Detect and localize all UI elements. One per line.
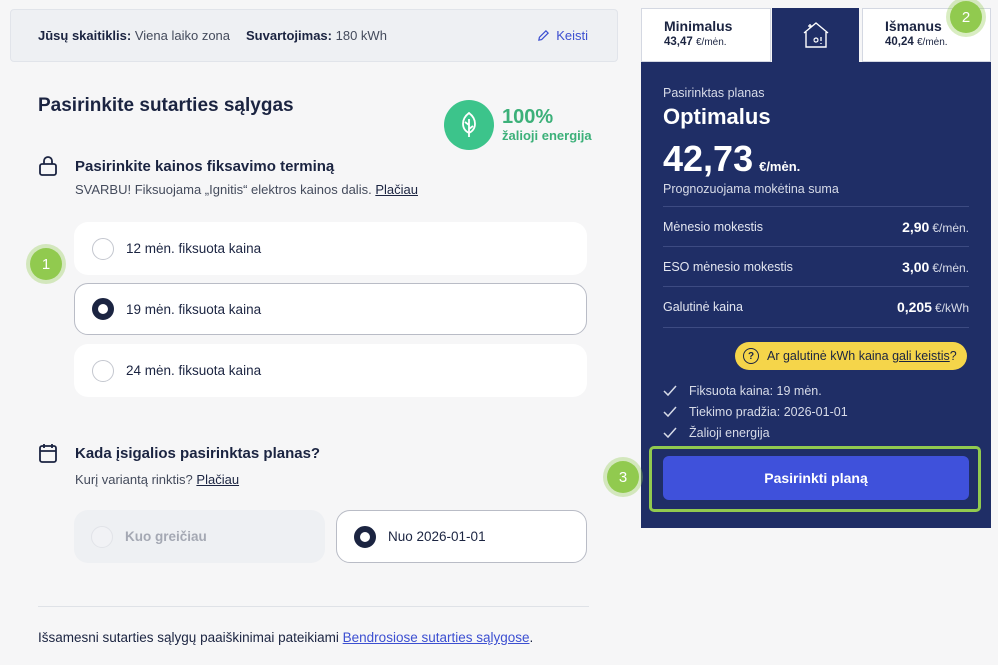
- fee-unit: €/kWh: [934, 301, 969, 315]
- tab-unit: €/mėn.: [916, 37, 948, 48]
- tab-unit: €/mėn.: [695, 37, 727, 48]
- meter-value: Viena laiko zona: [134, 28, 231, 43]
- feature-text: Žalioji energija: [689, 426, 770, 440]
- plan-price: 42,73 €/mėn.: [663, 138, 800, 180]
- plan-price-value: 42,73: [663, 138, 754, 179]
- consumption-value: 180 kWh: [335, 28, 387, 43]
- tip-link[interactable]: gali keistis: [892, 349, 950, 363]
- radio-button[interactable]: [92, 237, 114, 260]
- fixation-heading-text: Pasirinkite kainos fiksavimo terminą: [75, 157, 335, 175]
- consumption-label: Suvartojimas:: [246, 28, 332, 43]
- fixation-more-link[interactable]: Plačiau: [375, 182, 418, 197]
- start-heading: Kada įsigalios pasirinktas planas?: [38, 442, 320, 464]
- feature-item: Fiksuota kaina: 19 mėn.: [663, 384, 822, 398]
- fee-row: Galutinė kaina 0,205 €/kWh: [663, 286, 969, 328]
- tab-name: Minimalus: [664, 18, 733, 34]
- divider: [38, 606, 589, 607]
- feature-text: Tiekimo pradžia: 2026-01-01: [689, 405, 848, 419]
- radio-button-selected[interactable]: [354, 525, 376, 548]
- option-label: 12 mėn. fiksuota kaina: [126, 241, 262, 256]
- price-change-tip[interactable]: ? Ar galutinė kWh kaina gali keistis?: [735, 342, 967, 370]
- green-label: žalioji energija: [502, 128, 592, 144]
- page-title: Pasirinkite sutarties sąlygas: [38, 95, 294, 116]
- footer-text: Išsamesni sutarties sąlygų paaiškinimai …: [38, 630, 339, 645]
- check-icon: [663, 406, 677, 418]
- start-note-text: Kurį variantą rinktis?: [75, 472, 193, 487]
- feature-text: Fiksuota kaina: 19 mėn.: [689, 384, 822, 398]
- select-plan-button[interactable]: Pasirinkti planą: [663, 456, 969, 500]
- fee-row: ESO mėnesio mokestis 3,00 €/mėn.: [663, 246, 969, 286]
- plan-price-unit: €/mėn.: [759, 159, 801, 174]
- fixation-note-text: SVARBU! Fiksuojama „Ignitis“ elektros ka…: [75, 182, 372, 197]
- fee-label: Galutinė kaina: [663, 300, 743, 314]
- edit-button[interactable]: Keisti: [537, 28, 588, 43]
- radio-button-disabled: [91, 525, 113, 548]
- start-heading-text: Kada įsigalios pasirinktas planas?: [75, 444, 321, 462]
- question-icon: ?: [743, 348, 759, 364]
- footer-end: .: [529, 630, 534, 645]
- tip-end: ?: [949, 349, 957, 363]
- start-option-date[interactable]: Nuo 2026-01-01: [336, 510, 587, 563]
- fee-unit: €/mėn.: [932, 260, 969, 275]
- tip-text: Ar galutinė kWh kaina: [767, 349, 889, 363]
- fee-label: Mėnesio mokestis: [663, 219, 764, 234]
- fee-value: 0,205: [896, 299, 932, 315]
- start-note: Kurį variantą rinktis? Plačiau: [75, 472, 239, 487]
- start-more-link[interactable]: Plačiau: [196, 472, 239, 487]
- fixation-option-19[interactable]: 19 mėn. fiksuota kaina: [74, 283, 587, 335]
- check-icon: [663, 385, 677, 397]
- tab-minimalus[interactable]: Minimalus 43,47 €/mėn.: [641, 8, 771, 62]
- footer-note: Išsamesni sutarties sąlygų paaiškinimai …: [38, 630, 533, 645]
- step-marker-2: 2: [950, 1, 982, 33]
- pencil-icon: [538, 30, 550, 41]
- fee-row: Mėnesio mokestis 2,90 €/mėn.: [663, 206, 969, 246]
- smart-house-icon: [803, 22, 828, 48]
- fixation-heading: Pasirinkite kainos fiksavimo terminą: [38, 155, 334, 177]
- edit-label: Keisti: [556, 28, 588, 43]
- fee-value: 3,00: [902, 258, 930, 275]
- meter-summary-bar: Jūsų skaitiklis: Viena laiko zona Suvart…: [10, 9, 618, 62]
- fee-label: ESO mėnesio mokestis: [663, 259, 793, 274]
- start-option-asap: Kuo greičiau: [74, 510, 325, 563]
- fixation-option-12[interactable]: 12 mėn. fiksuota kaina: [74, 222, 587, 275]
- option-label: Kuo greičiau: [125, 529, 207, 544]
- option-label: 19 mėn. fiksuota kaina: [126, 301, 262, 317]
- plan-label: Pasirinktas planas: [663, 86, 765, 100]
- feature-item: Tiekimo pradžia: 2026-01-01: [663, 405, 848, 419]
- plan-price-note: Prognozuojama mokėtina suma: [663, 182, 839, 196]
- fee-unit: €/mėn.: [932, 220, 969, 235]
- step-marker-1: 1: [30, 248, 62, 280]
- fixation-note: SVARBU! Fiksuojama „Ignitis“ elektros ka…: [75, 182, 418, 197]
- green-percent: 100%: [502, 106, 554, 129]
- feature-item: Žalioji energija: [663, 426, 770, 440]
- radio-button-selected[interactable]: [92, 298, 114, 320]
- plan-name: Optimalus: [663, 104, 771, 129]
- radio-button[interactable]: [92, 359, 114, 382]
- green-energy-badge: 100% žalioji energija: [444, 100, 592, 150]
- terms-link[interactable]: Bendrosiose sutarties sąlygose: [343, 630, 530, 645]
- tab-price: 40,24: [885, 36, 914, 48]
- tab-optimalus[interactable]: [772, 8, 859, 62]
- lock-icon: [39, 156, 57, 176]
- leaf-icon: [444, 100, 494, 150]
- fee-value: 2,90: [902, 218, 930, 235]
- calendar-icon: [39, 444, 57, 463]
- option-label: 24 mėn. fiksuota kaina: [126, 363, 262, 378]
- step-marker-3: 3: [607, 461, 639, 493]
- check-icon: [663, 427, 677, 439]
- meter-label: Jūsų skaitiklis:: [38, 28, 132, 43]
- tab-price: 43,47: [664, 36, 693, 48]
- fixation-option-24[interactable]: 24 mėn. fiksuota kaina: [74, 344, 587, 397]
- option-label: Nuo 2026-01-01: [388, 529, 486, 544]
